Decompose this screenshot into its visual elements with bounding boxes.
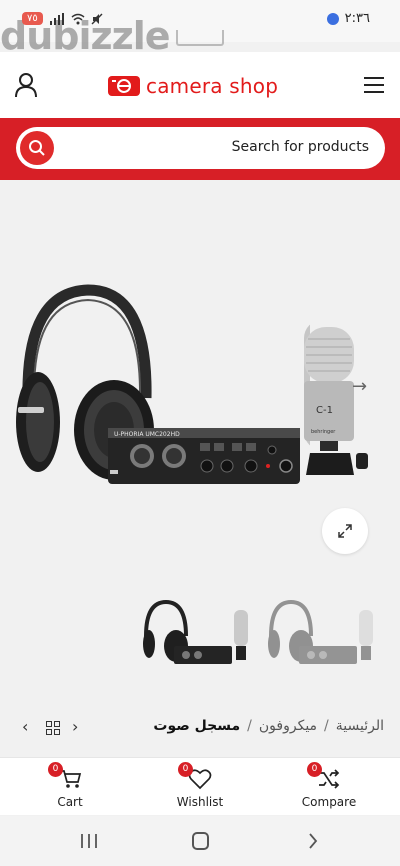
messenger-notification-icon	[326, 12, 339, 25]
mic-label: C-1	[316, 405, 333, 416]
chevron-left-icon[interactable]: ‹	[22, 717, 28, 736]
status-time: ٢:٣٦	[344, 11, 370, 26]
tab-cart[interactable]: 0 Cart	[25, 762, 115, 809]
arrow-right-icon[interactable]: →	[352, 376, 367, 397]
interface-label: U-PHORIA UMC202HD	[114, 431, 180, 438]
cart-icon: 0	[48, 762, 82, 790]
site-header: camera shop	[0, 52, 400, 118]
brand-logo[interactable]: camera shop	[108, 74, 278, 98]
brand-name: camera shop	[146, 74, 279, 98]
expand-icon	[338, 524, 352, 538]
search-band	[0, 118, 400, 180]
status-left: ٧٥	[22, 12, 103, 25]
zoom-button[interactable]	[322, 508, 368, 554]
signal-icon	[49, 12, 64, 25]
tab-wishlist[interactable]: 0 Wishlist	[155, 762, 245, 809]
home-icon[interactable]	[192, 832, 209, 850]
recents-icon[interactable]	[80, 833, 98, 849]
cart-count-badge: 0	[48, 762, 63, 777]
hamburger-menu-icon[interactable]	[364, 76, 384, 94]
status-right: ٢:٣٦	[326, 11, 370, 26]
shuffle-icon: 0	[307, 762, 341, 790]
search-input[interactable]	[89, 139, 369, 155]
bundle-thumbnail-2[interactable]	[265, 600, 383, 670]
status-bar: dubizzle ٧٥ ٢:٣٦	[0, 0, 400, 58]
chevron-right-icon[interactable]: ›	[72, 717, 78, 736]
breadcrumb-current: مسجل صوت	[153, 718, 241, 734]
tab-wishlist-label: Wishlist	[176, 795, 224, 809]
tab-cart-label: Cart	[57, 795, 83, 809]
screen: dubizzle ٧٥ ٢:٣٦ camera shop Search for …	[0, 0, 400, 866]
heart-icon: 0	[178, 762, 212, 790]
battery-indicator: ٧٥	[22, 12, 43, 25]
tab-compare-label: Compare	[301, 795, 357, 809]
wishlist-count-badge: 0	[178, 762, 193, 777]
breadcrumb-row: ‹ › الرئيسية / ميكروفون / مسجل صوت	[0, 716, 400, 742]
compare-count-badge: 0	[307, 762, 322, 777]
grid-icon[interactable]	[46, 721, 60, 735]
breadcrumb: الرئيسية / ميكروفون / مسجل صوت	[153, 718, 384, 734]
microphone-image: C-1 behringer	[304, 327, 368, 475]
search-bar[interactable]	[16, 127, 385, 169]
back-icon[interactable]	[308, 833, 318, 849]
product-main-image[interactable]: U-PHORIA UMC202HD	[10, 280, 310, 492]
breadcrumb-separator: /	[247, 718, 252, 734]
wifi-icon	[71, 13, 85, 24]
mic-brand-label: behringer	[311, 429, 336, 435]
tab-compare[interactable]: 0 Compare	[284, 762, 374, 809]
bottom-tab-bar: 0 Cart 0 Wishlist 0 Compare	[0, 757, 400, 815]
product-gallery: U-PHORIA UMC202HD C-1 behringer → ‹ › ال…	[0, 180, 400, 760]
android-navigation-bar	[0, 816, 400, 866]
breadcrumb-home[interactable]: الرئيسية	[336, 718, 384, 734]
mute-icon	[91, 13, 103, 24]
breadcrumb-category[interactable]: ميكروفون	[259, 718, 317, 734]
watermark-badge	[176, 30, 224, 46]
search-button[interactable]	[20, 131, 54, 165]
search-icon	[29, 140, 45, 156]
bundle-thumbnail-1[interactable]	[140, 600, 258, 670]
camera-logo-icon	[108, 76, 140, 96]
breadcrumb-separator: /	[324, 718, 329, 734]
user-icon[interactable]	[14, 72, 38, 98]
